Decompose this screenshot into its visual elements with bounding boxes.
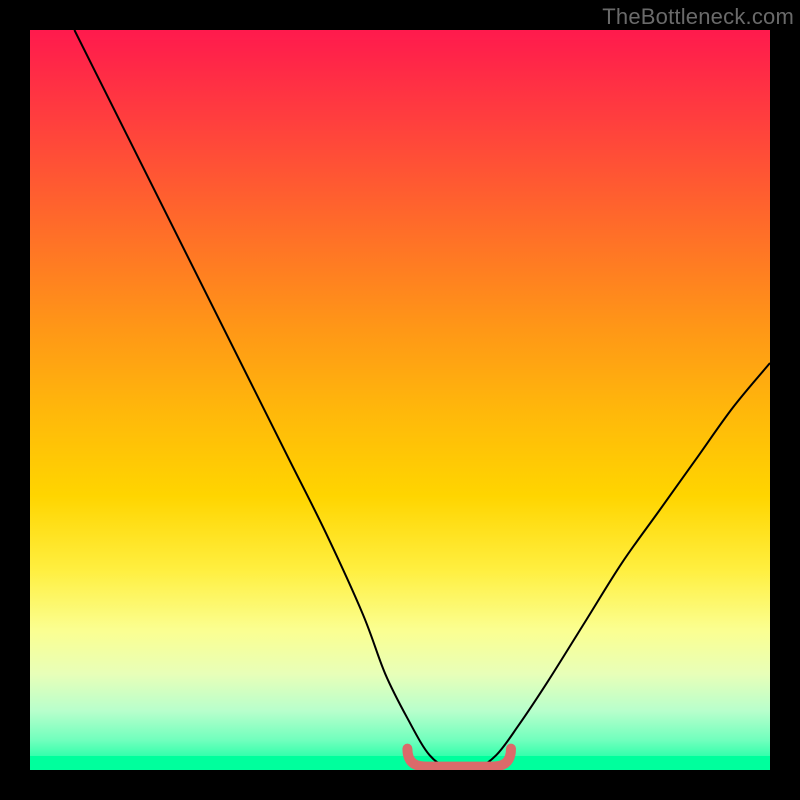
optimal-region-highlight: [407, 749, 511, 767]
chart-frame: TheBottleneck.com: [0, 0, 800, 800]
watermark-text: TheBottleneck.com: [602, 4, 794, 30]
bottleneck-curve: [74, 30, 770, 770]
plot-area: [30, 30, 770, 770]
bottleneck-curve-svg: [30, 30, 770, 770]
